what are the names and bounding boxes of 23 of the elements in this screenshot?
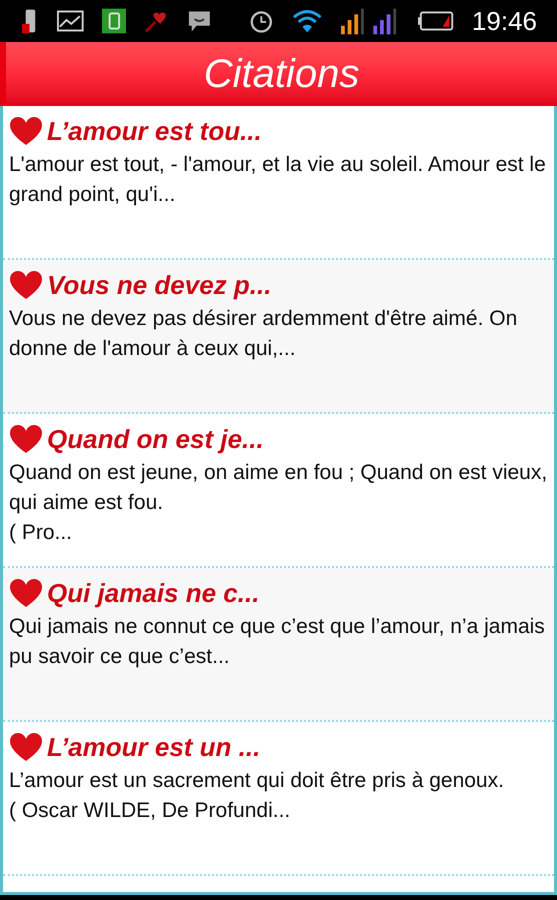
heart-icon xyxy=(9,578,43,608)
phone-icon xyxy=(102,8,126,34)
quote-text: L’amour est un sacrement qui doit être pris à genoux. ( Oscar WILDE, De Profundi... xyxy=(9,768,505,824)
quote-text: L'amour est tout, - l'amour, et la vie au soleil. Amour est le grand point, qu'i... xyxy=(9,152,547,208)
quote-text: Qui jamais ne connut ce que c’est que l’amour, n’a jamais pu savoir ce que c’est... xyxy=(9,614,546,670)
heart-icon xyxy=(9,424,43,454)
quote-title: Vous ne devez p... xyxy=(47,269,272,302)
heart-icon xyxy=(9,270,43,300)
quote-text: Quand on est jeune, on aime en fou ; Quand on est vieux, qui aime est fou. ( Pro... xyxy=(9,460,548,546)
wifi-icon xyxy=(292,7,323,35)
quote-item[interactable]: Vous ne devez p... Vous ne devez pas désirer ardemment d'être aimé. On donne de l'amour à ceux qui,... xyxy=(3,260,554,414)
clock-time: 19:46 xyxy=(472,8,537,34)
app-title: Citations xyxy=(204,54,360,94)
battery-icon xyxy=(418,10,454,32)
image-icon xyxy=(57,9,84,33)
heart-icon xyxy=(9,732,43,762)
quote-text: Vous ne devez pas désirer ardemment d'être aimé. On donne de l'amour à ceux qui,... xyxy=(9,306,518,362)
quote-title: L’amour est un ... xyxy=(47,731,260,764)
quote-title: L’amour est tou... xyxy=(47,115,262,148)
quote-title: Quand on est je... xyxy=(47,423,264,456)
quote-title: Qui jamais ne c... xyxy=(47,577,260,610)
heart-icon xyxy=(9,116,43,146)
quote-item[interactable]: Qui jamais ne c... Qui jamais ne connut ce que c’est que l’amour, n’a jamais pu savoir ce que c’est... xyxy=(3,568,554,722)
